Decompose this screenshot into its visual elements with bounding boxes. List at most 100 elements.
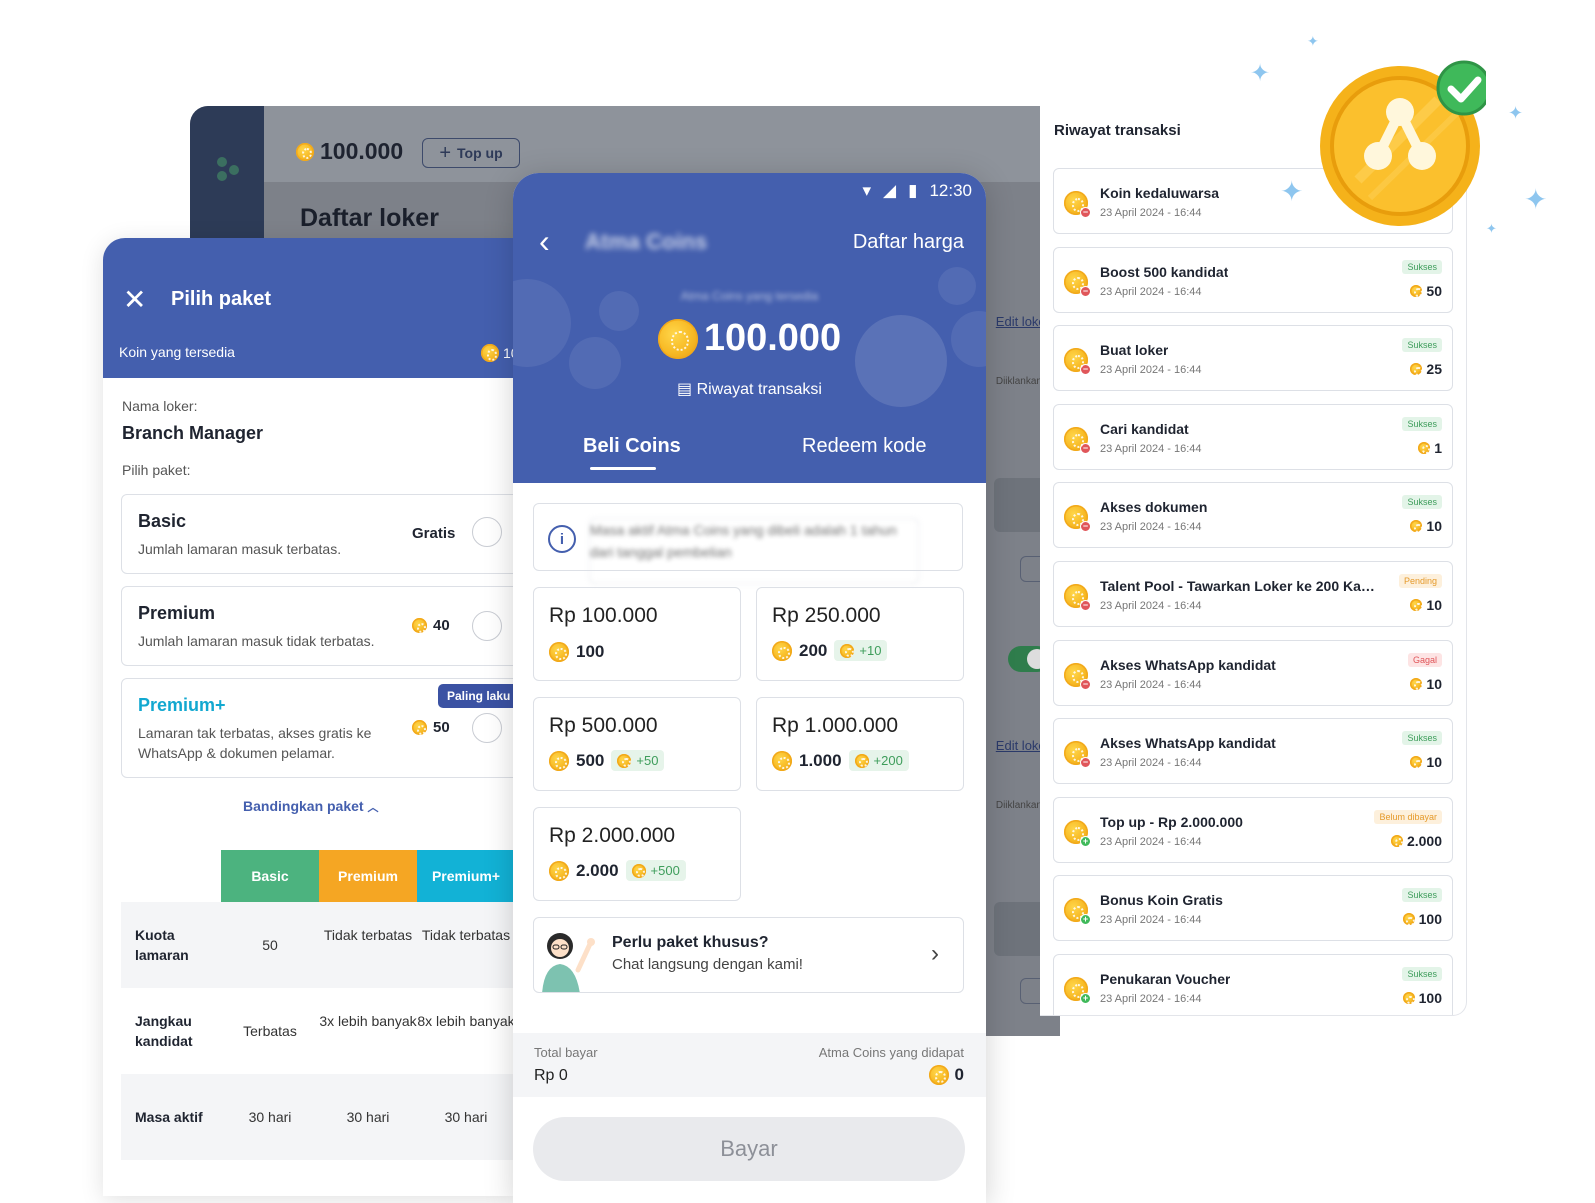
price-option-price: Rp 250.000	[772, 604, 881, 627]
package-price-value: 50	[433, 719, 450, 736]
tab-redeem-kode[interactable]: Redeem kode	[802, 435, 927, 458]
coin-icon	[1418, 441, 1431, 455]
compare-header-premium-plus: Premium+	[417, 850, 513, 902]
job-name: Branch Manager	[122, 423, 264, 443]
package-radio[interactable]	[472, 517, 502, 547]
compare-label: Bandingkan paket	[243, 798, 364, 814]
package-radio[interactable]	[472, 611, 502, 641]
transaction-row[interactable]: + Penukaran Voucher 23 April 2024 - 16:44 S…	[1053, 954, 1453, 1015]
transaction-row[interactable]: − Cari kandidat 23 April 2024 - 16:44 Sukse…	[1053, 403, 1453, 470]
special-package-card[interactable]: Perlu paket khusus? Chat langsung dengan…	[533, 917, 964, 993]
transaction-date: 23 April 2024 - 16:44	[1100, 285, 1202, 298]
price-option-coins: 500 +50	[549, 750, 665, 771]
transaction-row[interactable]: − Talent Pool - Tawarkan Loker ke 200 Kan…	[1053, 561, 1453, 627]
transaction-row[interactable]: − Akses WhatsApp kandidat 23 April 2024 - …	[1053, 639, 1453, 706]
amount-value: 1	[1434, 439, 1442, 456]
panel-header: ✕ Pilih paket Koin yang tersedia 100.000	[103, 238, 513, 378]
amount-value: 100	[1418, 911, 1442, 928]
phone-screen: ▾ ◢ ▮ 12:30 ‹ Atma Coins Daftar harga At…	[513, 173, 986, 1203]
coin-icon: −	[1064, 191, 1091, 218]
info-banner: i Masa aktif Atma Coins yang dibeli adal…	[533, 503, 963, 584]
transaction-row[interactable]: + Top up - Rp 2.000.000 23 April 2024 - 16…	[1053, 796, 1453, 863]
coin-icon	[840, 643, 855, 658]
compare-cell: Terbatas	[243, 1023, 297, 1039]
coin-icon	[1410, 363, 1423, 376]
coin-icon	[657, 318, 698, 359]
price-option[interactable]: Rp 250.000 200 +10	[756, 587, 964, 681]
coin-icon	[549, 642, 569, 662]
bonus-badge: +10	[834, 640, 888, 661]
pay-button[interactable]: Bayar	[533, 1117, 965, 1181]
price-option-coins: 2.000 +500	[549, 860, 686, 881]
package-price-value: 40	[433, 617, 450, 634]
transaction-row[interactable]: − Akses dokumen 23 April 2024 - 16:44 Sukse…	[1053, 482, 1453, 549]
coin-icon	[1410, 756, 1423, 769]
transaction-name: Cari kandidat	[1100, 420, 1189, 437]
package-desc: Lamaran tak terbatas, akses gratis ke Wh…	[138, 725, 372, 761]
coin-icon	[772, 750, 792, 771]
price-option[interactable]: Rp 2.000.000 2.000 +500	[533, 807, 741, 901]
coin-icon: −	[1064, 505, 1091, 533]
info-icon: i	[548, 525, 576, 553]
coins-amount: 100	[576, 642, 605, 661]
compare-toggle[interactable]: Bandingkan paket ︿	[243, 798, 378, 815]
transaction-row[interactable]: + Bonus Koin Gratis 23 April 2024 - 16:44 S…	[1053, 875, 1453, 942]
plus-badge-icon: +	[1080, 914, 1091, 926]
close-icon[interactable]: ✕	[123, 286, 146, 314]
coins-amount: 500	[576, 750, 605, 770]
active-tab-indicator	[590, 467, 656, 470]
package-name: Premium+	[138, 695, 226, 715]
coins-available: 100.000	[481, 344, 513, 362]
transaction-name: Top up - Rp 2.000.000	[1100, 813, 1243, 830]
price-option-price: Rp 500.000	[549, 714, 658, 737]
coin-icon	[1410, 677, 1423, 690]
coin-icon: +	[1064, 898, 1091, 926]
package-option-basic[interactable]: Basic Jumlah lamaran masuk terbatas. Gra…	[121, 494, 513, 574]
history-link[interactable]: ▤ Riwayat transaksi	[513, 379, 986, 399]
transaction-date: 23 April 2024 - 16:44	[1100, 600, 1202, 612]
payment-summary: Total bayar Rp 0 Atma Coins yang didapat…	[513, 1033, 986, 1097]
package-option-premium[interactable]: Premium Jumlah lamaran masuk tidak terba…	[121, 586, 513, 666]
balance-value: 100.000	[320, 138, 404, 164]
transaction-row[interactable]: − Akses WhatsApp kandidat 23 April 2024 - …	[1053, 718, 1453, 785]
plus-badge-icon: +	[1080, 993, 1091, 1004]
choose-package-label: Pilih paket:	[122, 462, 191, 478]
transaction-name: Akses dokumen	[1100, 499, 1208, 516]
compare-cell: 30 hari	[346, 1109, 390, 1125]
support-agent-illustration	[542, 933, 595, 992]
minus-badge-icon: −	[1080, 285, 1091, 297]
coin-icon	[549, 860, 569, 881]
tab-beli-coins[interactable]: Beli Coins	[583, 435, 681, 458]
coin-icon	[481, 344, 499, 362]
price-option[interactable]: Rp 100.000 100	[533, 587, 741, 681]
status-text: Diiklankan	[995, 376, 1042, 387]
transaction-date: 23 April 2024 - 16:44	[1100, 207, 1202, 219]
package-radio[interactable]	[472, 713, 502, 743]
price-option[interactable]: Rp 1.000.000 1.000 +200	[756, 697, 964, 791]
bonus-badge: +500	[625, 860, 686, 881]
package-desc: Jumlah lamaran masuk tidak terbatas.	[138, 633, 375, 649]
amount-value: 10	[1426, 518, 1442, 535]
bonus-badge: +200	[848, 750, 909, 771]
transaction-date: 23 April 2024 - 16:44	[1100, 993, 1202, 1005]
amount-value: 10	[1426, 597, 1442, 613]
compare-row-label: Kuota lamaran	[135, 927, 189, 963]
transaction-amount: 10	[1410, 518, 1442, 534]
transaction-date: 23 April 2024 - 16:44	[1100, 442, 1202, 455]
bonus-amount: +500	[650, 863, 680, 878]
transaction-row[interactable]: − Boost 500 kandidat 23 April 2024 - 16:44…	[1053, 246, 1453, 313]
compare-row: Jangkau kandidat Terbatas 3x lebih banya…	[121, 988, 513, 1074]
topup-button[interactable]: + Top up	[422, 138, 520, 168]
price-option[interactable]: Rp 500.000 500 +50	[533, 697, 741, 791]
coin-icon: −	[1064, 741, 1091, 769]
back-arrow-icon[interactable]: ‹	[539, 225, 550, 257]
clock: 12:30	[929, 181, 972, 200]
transaction-date: 23 April 2024 - 16:44	[1100, 914, 1202, 927]
special-package-subtitle: Chat langsung dengan kami!	[612, 956, 803, 973]
price-list-link[interactable]: Daftar harga	[853, 231, 964, 254]
minus-badge-icon: −	[1080, 207, 1091, 218]
transaction-date: 23 April 2024 - 16:44	[1100, 678, 1202, 691]
transaction-row[interactable]: − Buat loker 23 April 2024 - 16:44 Sukses 25	[1053, 325, 1453, 392]
coins-available-value: 100.000	[503, 345, 513, 361]
package-price: 40	[412, 617, 450, 634]
